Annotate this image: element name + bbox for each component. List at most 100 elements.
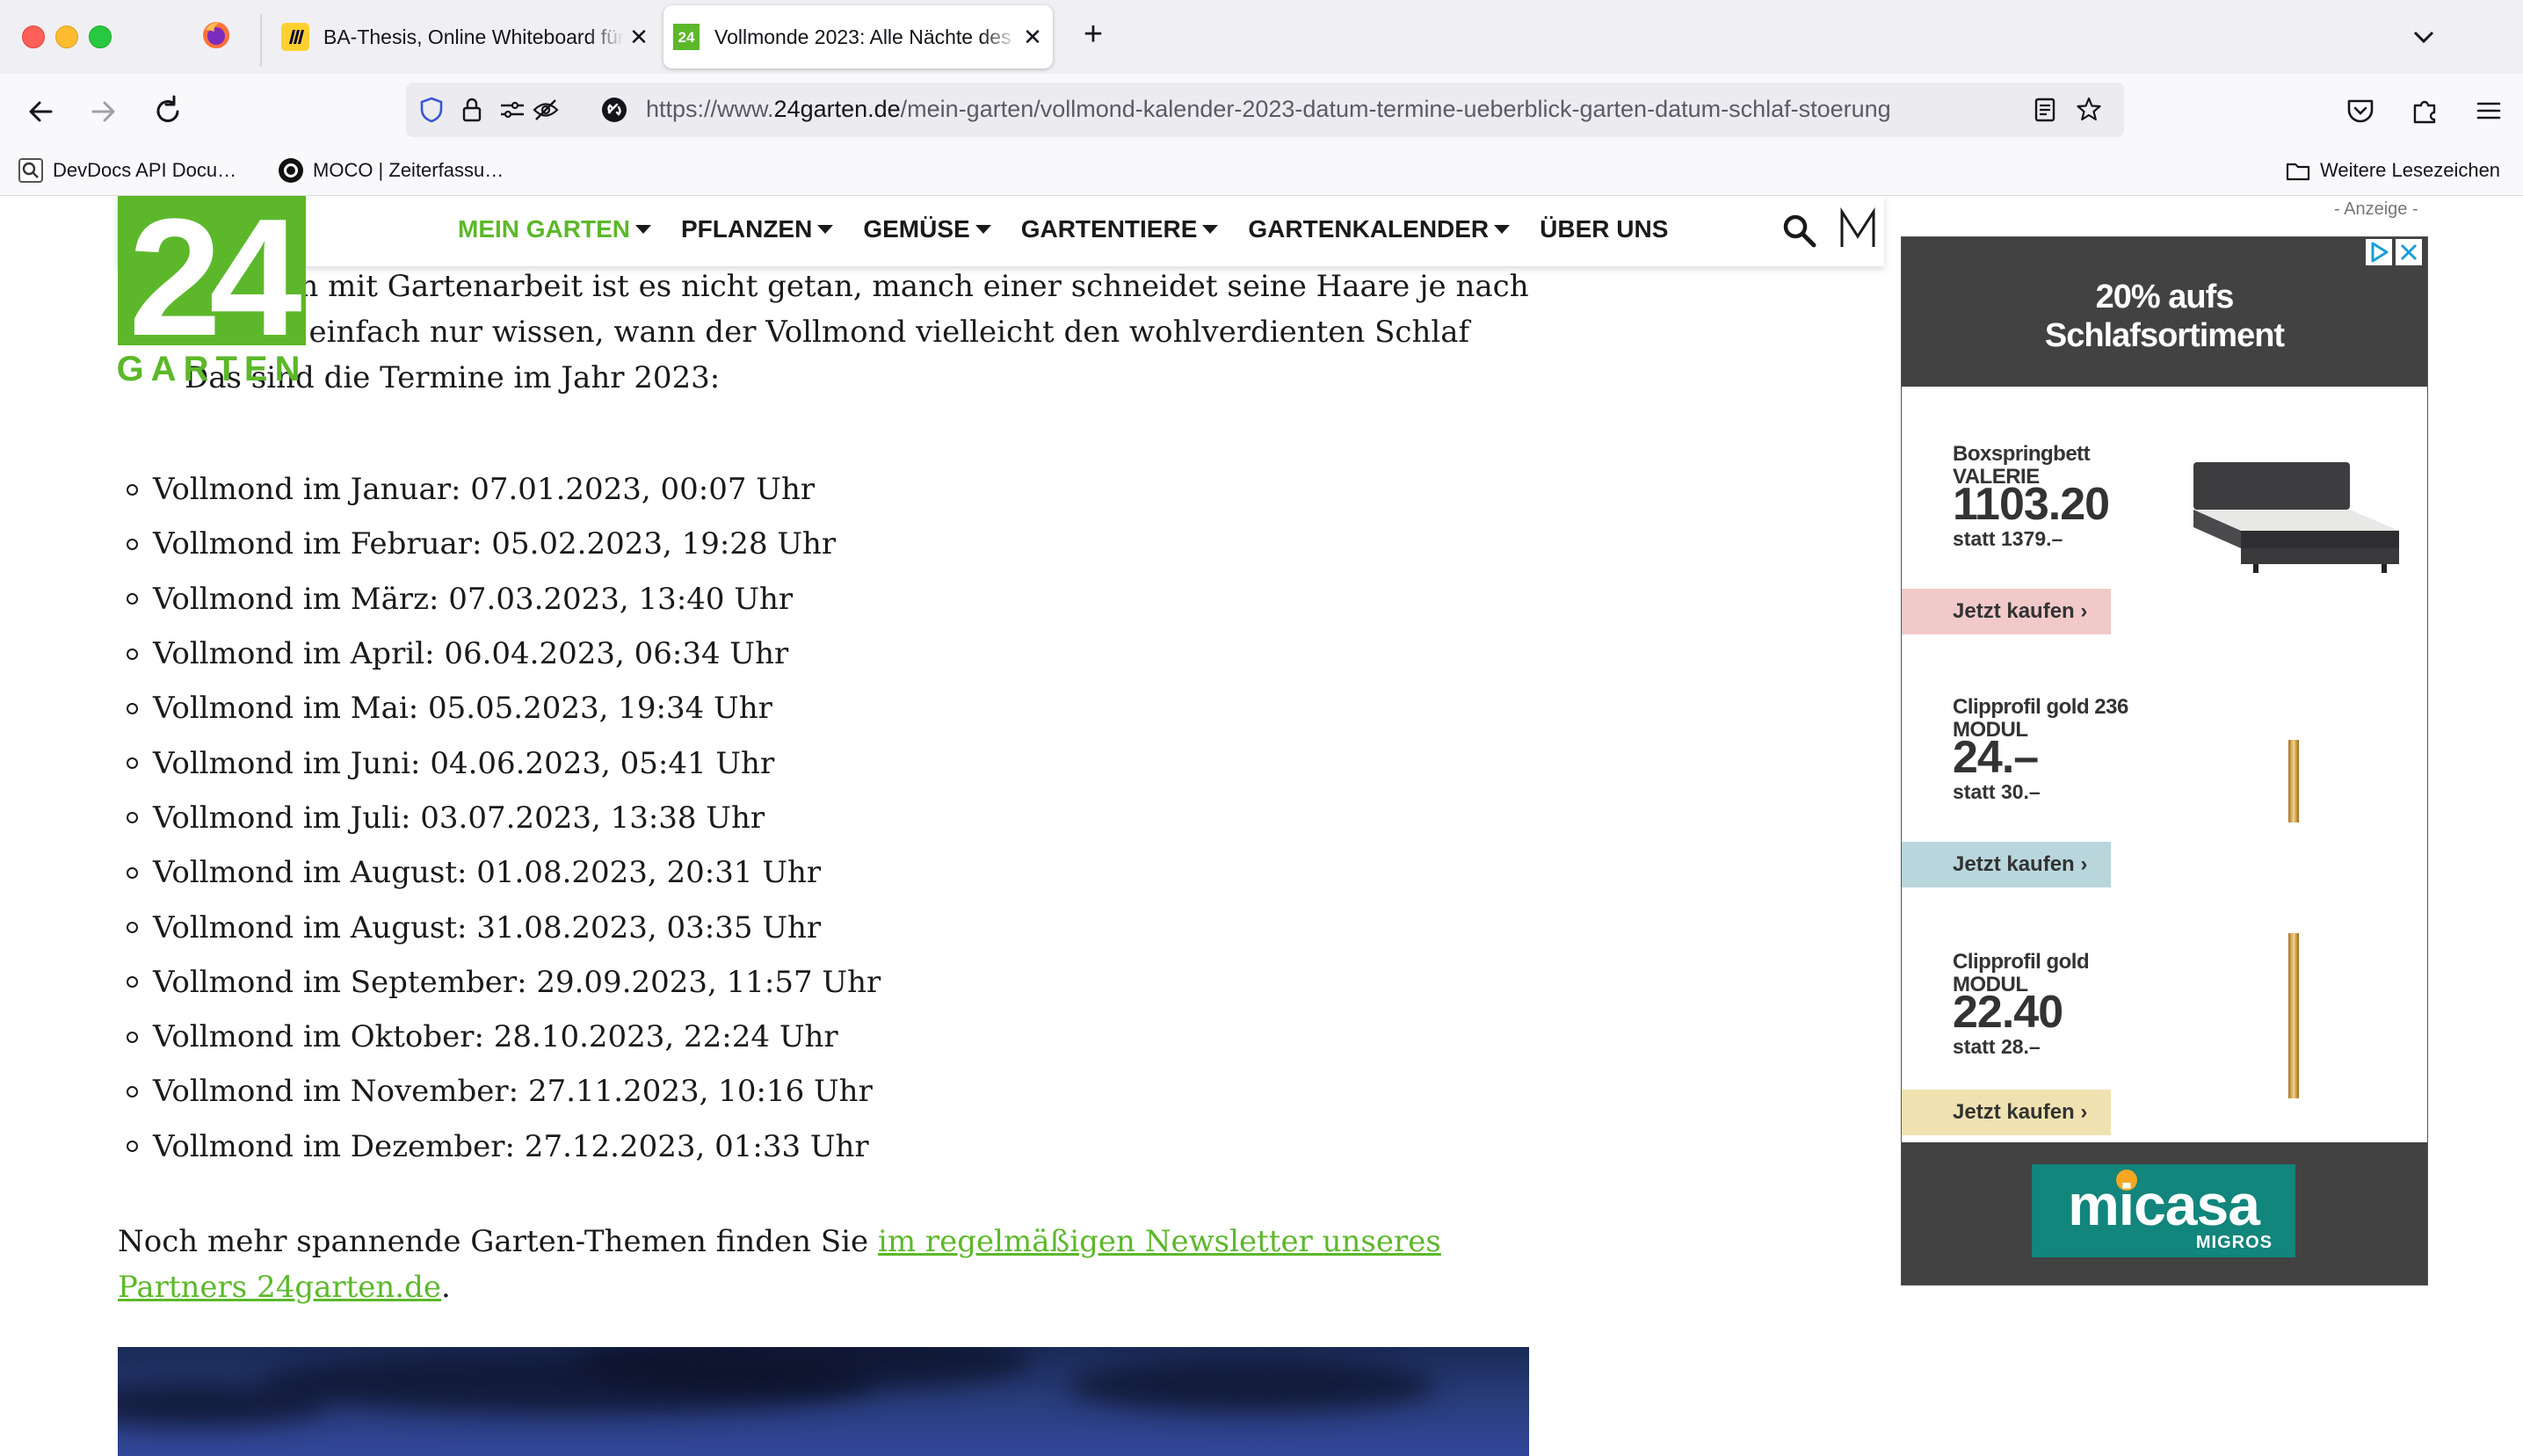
menu-mein-garten[interactable]: MEIN GARTEN (458, 215, 651, 243)
bullet (127, 538, 138, 550)
close-tab-icon[interactable]: ✕ (624, 24, 654, 51)
star-icon[interactable] (2074, 95, 2104, 125)
micasa-wordmark: micasa (2068, 1172, 2260, 1237)
product-price: 24.– (1953, 732, 2039, 783)
menu-label: GEMÜSE (863, 215, 970, 243)
bookmark-devdocs[interactable]: DevDocs API Docu… (18, 155, 236, 186)
site-logo[interactable]: 24 GARTEN (117, 196, 314, 388)
product-name-line: Boxspringbett (1953, 442, 2091, 466)
site-header: MEIN GARTEN PFLANZEN GEMÜSE GARTENTIERE … (118, 196, 1884, 266)
list-item-text: Vollmond im Juli: 03.07.2023, 13:38 Uhr (153, 800, 765, 836)
intro-line: en. Doch mit Gartenarbeit ist es nicht g… (185, 269, 1529, 304)
firefox-view-icon[interactable] (200, 19, 232, 51)
minimize-window-button[interactable] (55, 25, 78, 48)
tracking-blocked-icon[interactable] (531, 95, 561, 125)
ad-product-clipprofil[interactable]: Clipprofil gold MODUL 22.40 statt 28.– J… (1902, 895, 2427, 1142)
caret-down-icon (635, 225, 651, 234)
migros-wordmark: MIGROS (2195, 1233, 2273, 1252)
forward-icon[interactable] (83, 91, 123, 132)
list-item: Vollmond im April: 06.04.2023, 06:34 Uhr (118, 627, 881, 681)
bookmark-label: MOCO | Zeiterfassu… (313, 159, 504, 181)
url-text[interactable]: https://www.24garten.de/mein-garten/voll… (646, 96, 2017, 123)
outro-end: . (441, 1270, 451, 1305)
search-icon[interactable] (1780, 212, 1819, 250)
pocket-icon[interactable] (2343, 93, 2378, 128)
moco-icon (279, 158, 303, 183)
close-tab-icon[interactable]: ✕ (1018, 24, 1048, 51)
other-bookmarks-label: Weitere Lesezeichen (2320, 159, 2501, 181)
tab-ba-thesis[interactable]: BA-Thesis, Online Whiteboard für ✕ (272, 5, 659, 69)
ippen-media-icon[interactable] (1838, 206, 1877, 250)
adchoices-icon[interactable] (2366, 239, 2392, 265)
menu-label: MEIN GARTEN (458, 215, 630, 243)
article-intro: en. Doch mit Gartenarbeit ist es nicht g… (185, 264, 1529, 401)
folder-icon (2286, 163, 2310, 181)
caret-down-icon (975, 225, 991, 234)
menu-label: GARTENKALENDER (1248, 215, 1490, 243)
bullet (127, 483, 138, 496)
product-was-price: statt 1379.– (1953, 527, 2063, 550)
url-bar[interactable]: https://www.24garten.de/mein-garten/voll… (406, 83, 2124, 137)
bullet (127, 1085, 138, 1097)
list-item-text: Vollmond im März: 07.03.2023, 13:40 Uhr (153, 581, 794, 617)
reader-view-icon[interactable] (2030, 95, 2060, 125)
menu-label: PFLANZEN (681, 215, 813, 243)
search-icon (18, 158, 43, 183)
list-item-text: Vollmond im Juni: 04.06.2023, 05:41 Uhr (153, 745, 775, 781)
other-bookmarks[interactable]: Weitere Lesezeichen (2285, 155, 2500, 186)
list-item-text: Vollmond im September: 29.09.2023, 11:57… (153, 964, 881, 1000)
ad-headline: 20% aufs Schlafsortiment (1902, 278, 2427, 355)
ad-product-clipprofil-236[interactable]: Clipprofil gold 236 MODUL 24.– statt 30.… (1902, 638, 2427, 896)
extensions-icon[interactable] (2408, 93, 2443, 128)
menu-pflanzen[interactable]: PFLANZEN (681, 215, 834, 243)
outro-text: Noch mehr spannende Garten-Themen finden… (118, 1224, 878, 1259)
navigation-toolbar: https://www.24garten.de/mein-garten/voll… (0, 74, 2523, 146)
bullet (127, 648, 138, 660)
menu-gartentiere[interactable]: GARTENTIERE (1021, 215, 1219, 243)
list-item-text: Vollmond im August: 31.08.2023, 03:35 Uh… (153, 909, 822, 945)
bed-icon (2193, 462, 2399, 573)
24garten-logo-icon: 24 GARTEN (117, 196, 314, 388)
list-item-text: Vollmond im Februar: 05.02.2023, 19:28 U… (153, 526, 837, 562)
list-item: Vollmond im August: 31.08.2023, 03:35 Uh… (118, 900, 881, 954)
maximize-window-button[interactable] (89, 25, 112, 48)
menu-icon[interactable] (2471, 93, 2506, 128)
ad-banner[interactable]: 20% aufs Schlafsortiment Boxspringbett V… (1901, 236, 2428, 1286)
chevron-down-icon[interactable] (2406, 19, 2441, 54)
bullet (127, 866, 138, 879)
bullet (127, 593, 138, 605)
jetzt-kaufen-button[interactable]: Jetzt kaufen › (1902, 842, 2111, 887)
tab-vollmonde[interactable]: 24 Vollmonde 2023: Alle Nächte des ✕ (663, 5, 1053, 69)
list-item: Vollmond im August: 01.08.2023, 20:31 Uh… (118, 845, 881, 900)
jetzt-kaufen-button[interactable]: Jetzt kaufen › (1902, 1090, 2111, 1135)
list-item-text: Vollmond im Dezember: 27.12.2023, 01:33 … (153, 1128, 869, 1164)
jetzt-kaufen-button[interactable]: Jetzt kaufen › (1902, 589, 2111, 634)
cta-label: Jetzt kaufen › (1953, 599, 2088, 623)
menu-label: GARTENTIERE (1020, 215, 1198, 243)
new-tab-button[interactable]: + (1074, 16, 1113, 54)
menu-gartenkalender[interactable]: GARTENKALENDER (1248, 215, 1511, 243)
shield-icon[interactable] (417, 95, 446, 125)
bookmark-moco[interactable]: MOCO | Zeiterfassu… (278, 155, 504, 186)
lock-icon[interactable] (457, 95, 487, 125)
tab-bar: BA-Thesis, Online Whiteboard für ✕ 24 Vo… (0, 0, 2523, 74)
ad-footer: micasa MIGROS (1902, 1142, 2427, 1285)
permissions-icon[interactable] (497, 95, 527, 125)
cta-label: Jetzt kaufen › (1953, 1100, 2088, 1124)
back-icon[interactable] (21, 91, 62, 132)
url-host: 24garten.de (773, 96, 901, 122)
reload-icon[interactable] (148, 91, 188, 132)
ad-product-boxspringbett[interactable]: Boxspringbett VALERIE 1103.20 statt 1379… (1902, 387, 2427, 640)
link-icon[interactable] (599, 95, 629, 125)
close-window-button[interactable] (22, 25, 45, 48)
menu-gemuese[interactable]: GEMÜSE (863, 215, 991, 243)
intro-line: der will einfach nur wissen, wann der Vo… (185, 315, 1470, 350)
list-item-text: Vollmond im August: 01.08.2023, 20:31 Uh… (153, 855, 822, 891)
list-item: Vollmond im Februar: 05.02.2023, 19:28 U… (118, 517, 881, 571)
tab-title: BA-Thesis, Online Whiteboard für (323, 25, 624, 48)
ad-close-icon[interactable] (2396, 239, 2422, 265)
menu-ueber-uns[interactable]: ÜBER UNS (1540, 215, 1668, 243)
micasa-logo[interactable]: micasa MIGROS (2032, 1164, 2295, 1257)
caret-down-icon (817, 225, 834, 234)
caret-down-icon (1202, 225, 1219, 234)
